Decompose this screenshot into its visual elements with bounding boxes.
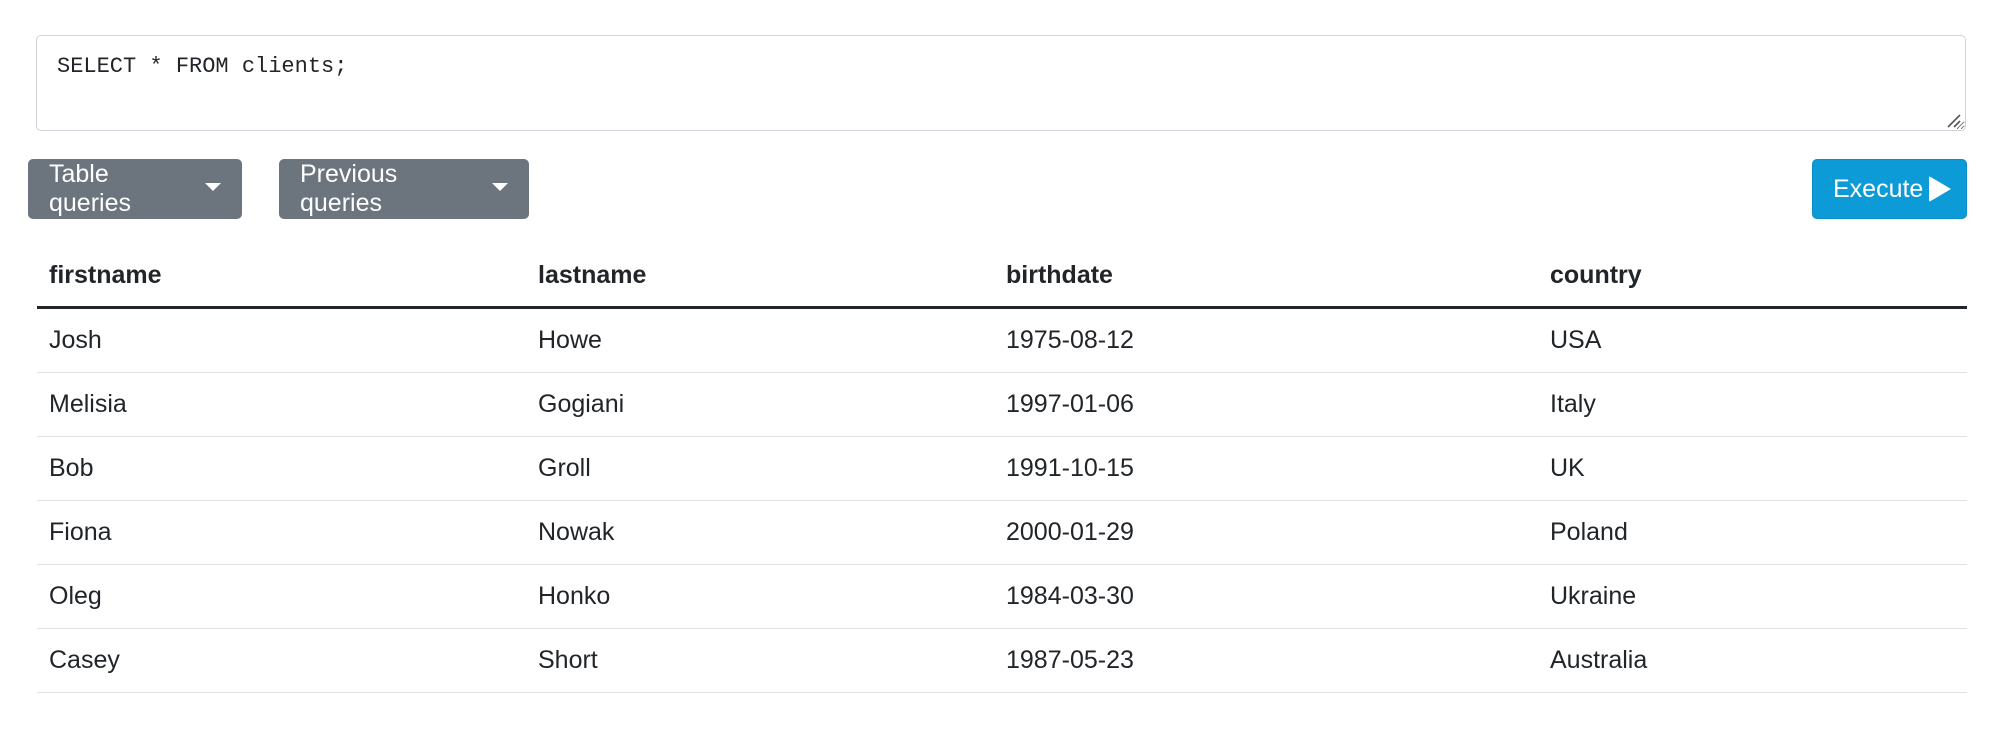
cell-firstname: Bob [37,436,526,501]
cell-birthdate: 1984-03-30 [994,564,1538,629]
previous-queries-dropdown-button[interactable]: Previous queries [279,159,529,219]
cell-birthdate: 1997-01-06 [994,372,1538,437]
table-header-row: firstname lastname birthdate country [37,245,1967,309]
cell-birthdate: 2000-01-29 [994,500,1538,565]
cell-birthdate: 1991-10-15 [994,436,1538,501]
execute-label: Execute [1833,174,1924,203]
cell-firstname: Casey [37,628,526,693]
results-table: firstname lastname birthdate country Jos… [37,245,1967,693]
column-header-lastname[interactable]: lastname [526,245,994,309]
cell-birthdate: 1987-05-23 [994,628,1538,693]
table-row: Casey Short 1987-05-23 Australia [37,628,1967,693]
column-header-firstname[interactable]: firstname [37,245,526,309]
table-row: Fiona Nowak 2000-01-29 Poland [37,500,1967,565]
cell-lastname: Gogiani [526,372,994,437]
table-row: Melisia Gogiani 1997-01-06 Italy [37,372,1967,437]
cell-country: Australia [1538,628,1967,693]
cell-birthdate: 1975-08-12 [994,307,1538,373]
column-header-birthdate[interactable]: birthdate [994,245,1538,309]
previous-queries-label: Previous queries [300,160,398,217]
cell-firstname: Fiona [37,500,526,565]
table-row: Oleg Honko 1984-03-30 Ukraine [37,564,1967,629]
column-header-country[interactable]: country [1538,245,1967,309]
cell-firstname: Josh [37,307,526,373]
cell-country: UK [1538,436,1967,501]
cell-lastname: Howe [526,307,994,373]
cell-firstname: Oleg [37,564,526,629]
table-row: Bob Groll 1991-10-15 UK [37,436,1967,501]
execute-button[interactable]: Execute [1812,159,1967,219]
caret-down-icon [492,183,508,191]
cell-country: Ukraine [1538,564,1967,629]
resize-grip-icon[interactable] [1944,111,1962,129]
cell-country: Italy [1538,372,1967,437]
table-queries-label: Table queries [49,160,131,217]
table-row: Josh Howe 1975-08-12 USA [37,307,1967,373]
cell-lastname: Honko [526,564,994,629]
caret-down-icon [205,183,221,191]
cell-lastname: Nowak [526,500,994,565]
sql-query-editor[interactable]: SELECT * FROM clients; [36,35,1966,131]
cell-firstname: Melisia [37,372,526,437]
cell-lastname: Short [526,628,994,693]
cell-country: USA [1538,307,1967,373]
play-icon [1929,176,1952,202]
query-page: SELECT * FROM clients; Table queries Pre… [0,0,2000,751]
cell-lastname: Groll [526,436,994,501]
table-queries-dropdown-button[interactable]: Table queries [28,159,242,219]
cell-country: Poland [1538,500,1967,565]
